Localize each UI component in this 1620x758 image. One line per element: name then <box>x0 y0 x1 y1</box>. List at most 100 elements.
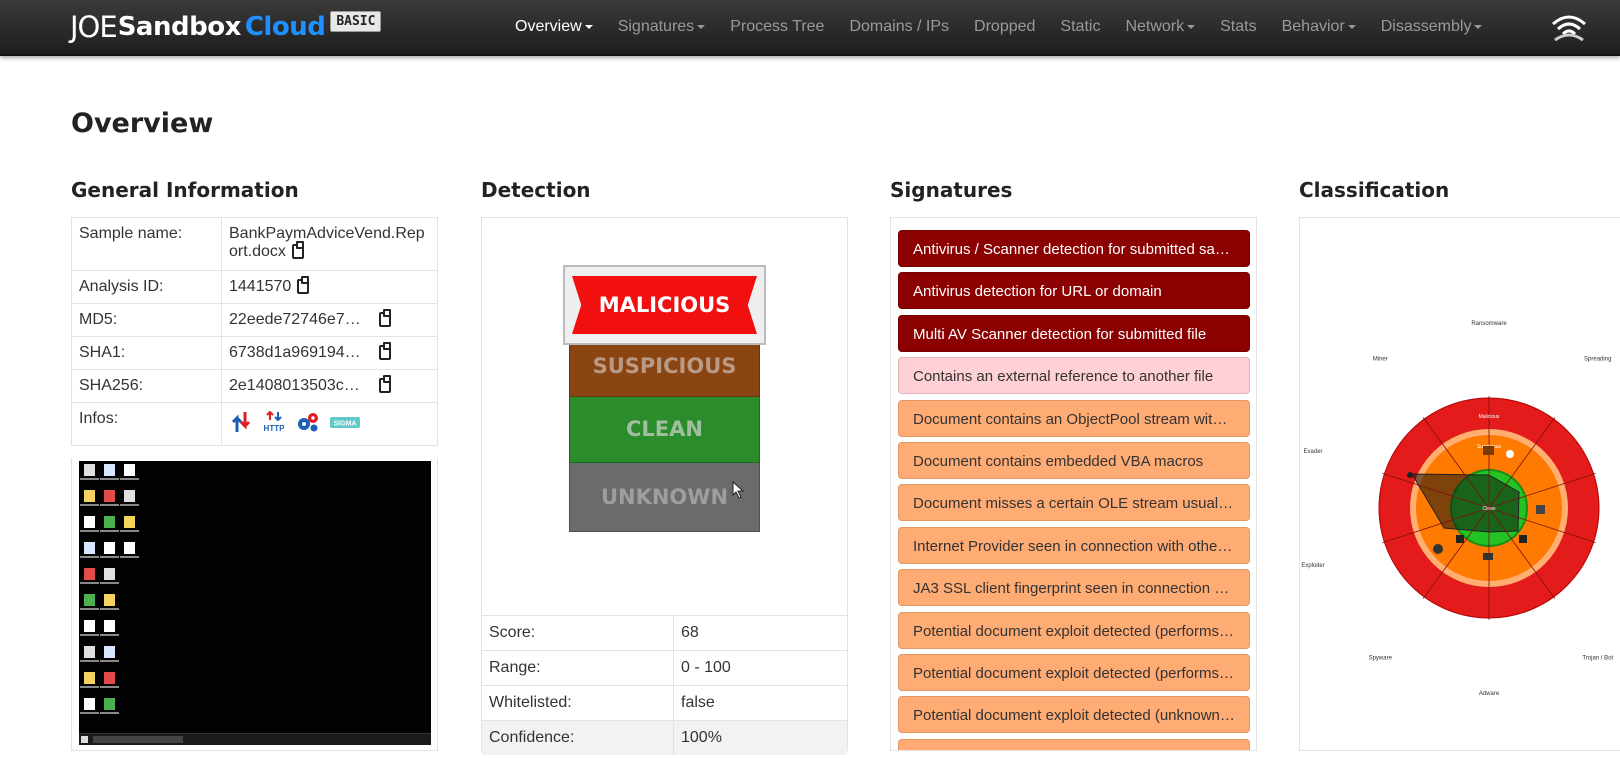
confidence-value: 100% <box>673 720 847 755</box>
desktop-file-label <box>120 556 139 558</box>
top-navbar: JOE Sandbox Cloud BASIC Overview Signatur… <box>0 0 1620 56</box>
range-label: Range: <box>482 650 674 686</box>
sigma-icon[interactable]: SIGMA <box>329 410 361 434</box>
brand-logo[interactable]: JOE Sandbox Cloud BASIC <box>70 8 382 46</box>
sample-name-cell: BankPaymAdviceVend.Report.docx <box>221 217 438 271</box>
desktop-file-label <box>120 504 139 506</box>
classification-radar-chart[interactable]: RansomwareSpreadingPhishingBankerTrojan … <box>1300 218 1620 751</box>
desktop-file-label <box>80 530 99 532</box>
desktop-file-icon <box>104 542 115 554</box>
desktop-file-label <box>100 660 119 662</box>
category-icon <box>1506 450 1514 458</box>
md5-cell: 22eede72746e7… <box>221 303 438 337</box>
page-title: Overview <box>71 108 214 139</box>
desktop-file-icon <box>124 542 135 554</box>
signature-item[interactable]: Document contains an ObjectPool stream w… <box>898 399 1250 437</box>
signature-item[interactable] <box>898 738 1250 750</box>
signature-item[interactable]: Potential document exploit detected (per… <box>898 611 1250 649</box>
sample-screenshot[interactable] <box>79 461 431 745</box>
signature-item[interactable]: Multi AV Scanner detection for submitted… <box>898 314 1250 352</box>
md5-label: MD5: <box>71 303 222 337</box>
signature-item[interactable]: JA3 SSL client fingerprint seen in conne… <box>898 569 1250 607</box>
caret-down-icon <box>697 24 706 29</box>
nav-signatures[interactable]: Signatures <box>618 18 706 36</box>
desktop-file-icon <box>104 594 115 606</box>
nav-static[interactable]: Static <box>1060 18 1100 36</box>
desktop-file-icon <box>104 698 115 710</box>
desktop-file-label <box>100 556 119 558</box>
whitelisted-label: Whitelisted: <box>482 685 674 721</box>
desktop-file-label <box>100 504 119 506</box>
desktop-file-icon <box>124 490 135 502</box>
desktop-taskbar <box>79 733 431 745</box>
detection-heading: Detection <box>481 178 591 202</box>
sha1-cell: 6738d1a969194… <box>221 336 438 370</box>
analysis-id-cell: 1441570 <box>221 270 438 304</box>
nav-label: Network <box>1125 18 1185 35</box>
nav-label: Process Tree <box>730 18 825 35</box>
nav-behavior[interactable]: Behavior <box>1282 18 1356 36</box>
confidence-row: Confidence: 100% <box>482 720 847 755</box>
whitelisted-value: false <box>673 685 847 721</box>
desktop-file-icon <box>124 464 135 476</box>
nav-overview[interactable]: Overview <box>515 18 593 36</box>
malicious-ring-label: Malicious <box>1479 414 1500 420</box>
sample-name-row: Sample name: BankPaymAdviceVend.Report.d… <box>71 217 438 271</box>
nav-dropped[interactable]: Dropped <box>974 18 1035 36</box>
nav-domains-ips[interactable]: Domains / IPs <box>849 18 949 36</box>
sha1-row: SHA1: 6738d1a969194… <box>71 336 438 370</box>
gears-icon[interactable] <box>295 410 321 434</box>
clipboard-icon[interactable] <box>379 309 391 327</box>
desktop-file-icon <box>84 464 95 476</box>
infos-row: Infos: HTTP SIGMA <box>71 402 438 446</box>
http-icon[interactable]: HTTP <box>261 410 287 434</box>
signature-item[interactable]: Document contains embedded VBA macros <box>898 441 1250 479</box>
desktop-file-label <box>120 478 139 480</box>
brand-cloud: Cloud <box>244 12 326 42</box>
wifi-icon[interactable] <box>1551 12 1587 42</box>
score-label: Score: <box>482 615 674 651</box>
radar-axis-label: Trojan / Bot <box>1582 656 1613 662</box>
nav-stats[interactable]: Stats <box>1220 18 1256 36</box>
clipboard-icon[interactable] <box>379 375 391 393</box>
desktop-file-icon <box>84 490 95 502</box>
detection-table: Score: 68 Range: 0 - 100 Whitelisted: false… <box>482 615 847 755</box>
network-arrows-icon[interactable] <box>229 410 253 434</box>
signature-item[interactable]: Contains an external reference to anothe… <box>898 357 1250 395</box>
nav-disassembly[interactable]: Disassembly <box>1381 18 1483 36</box>
desktop-file-label <box>80 712 99 714</box>
desktop-file-icon <box>104 490 115 502</box>
desktop-file-label <box>80 608 99 610</box>
clipboard-icon[interactable] <box>291 241 304 259</box>
sha256-label: SHA256: <box>71 369 222 403</box>
nav-network[interactable]: Network <box>1125 18 1196 36</box>
sample-name-label: Sample name: <box>71 217 222 271</box>
desktop-file-label <box>80 686 99 688</box>
clipboard-icon[interactable] <box>297 276 310 294</box>
signature-item[interactable]: Antivirus / Scanner detection for submit… <box>898 230 1250 267</box>
signature-item[interactable]: Potential document exploit detected (per… <box>898 653 1250 691</box>
signature-item[interactable]: Internet Provider seen in connection wit… <box>898 526 1250 564</box>
classification-heading: Classification <box>1299 178 1450 202</box>
nav-label: Static <box>1060 18 1101 35</box>
category-icon <box>1483 553 1493 560</box>
desktop-file-icon <box>84 542 95 554</box>
sha256-value: 2e1408013503c… <box>229 377 360 394</box>
range-row: Range: 0 - 100 <box>482 650 847 686</box>
clipboard-icon[interactable] <box>379 342 391 360</box>
signature-item[interactable]: Antivirus detection for URL or domain <box>898 272 1250 310</box>
general-info-heading: General Information <box>71 178 299 202</box>
signature-item[interactable]: Potential document exploit detected (unk… <box>898 696 1250 734</box>
caret-down-icon <box>584 24 593 29</box>
desktop-file-label <box>100 712 119 714</box>
nav-process-tree[interactable]: Process Tree <box>730 18 824 36</box>
analysis-id-row: Analysis ID: 1441570 <box>71 270 438 304</box>
radar-axis-label: Ransomware <box>1471 321 1507 327</box>
signature-item[interactable]: Document misses a certain OLE stream usu… <box>898 484 1250 522</box>
desktop-file-icon <box>124 516 135 528</box>
category-icon <box>1519 535 1527 543</box>
radar-axis-label: Evader <box>1304 449 1323 455</box>
desktop-file-label <box>100 608 119 610</box>
category-icon <box>1407 472 1413 478</box>
desktop-file-label <box>80 660 99 662</box>
